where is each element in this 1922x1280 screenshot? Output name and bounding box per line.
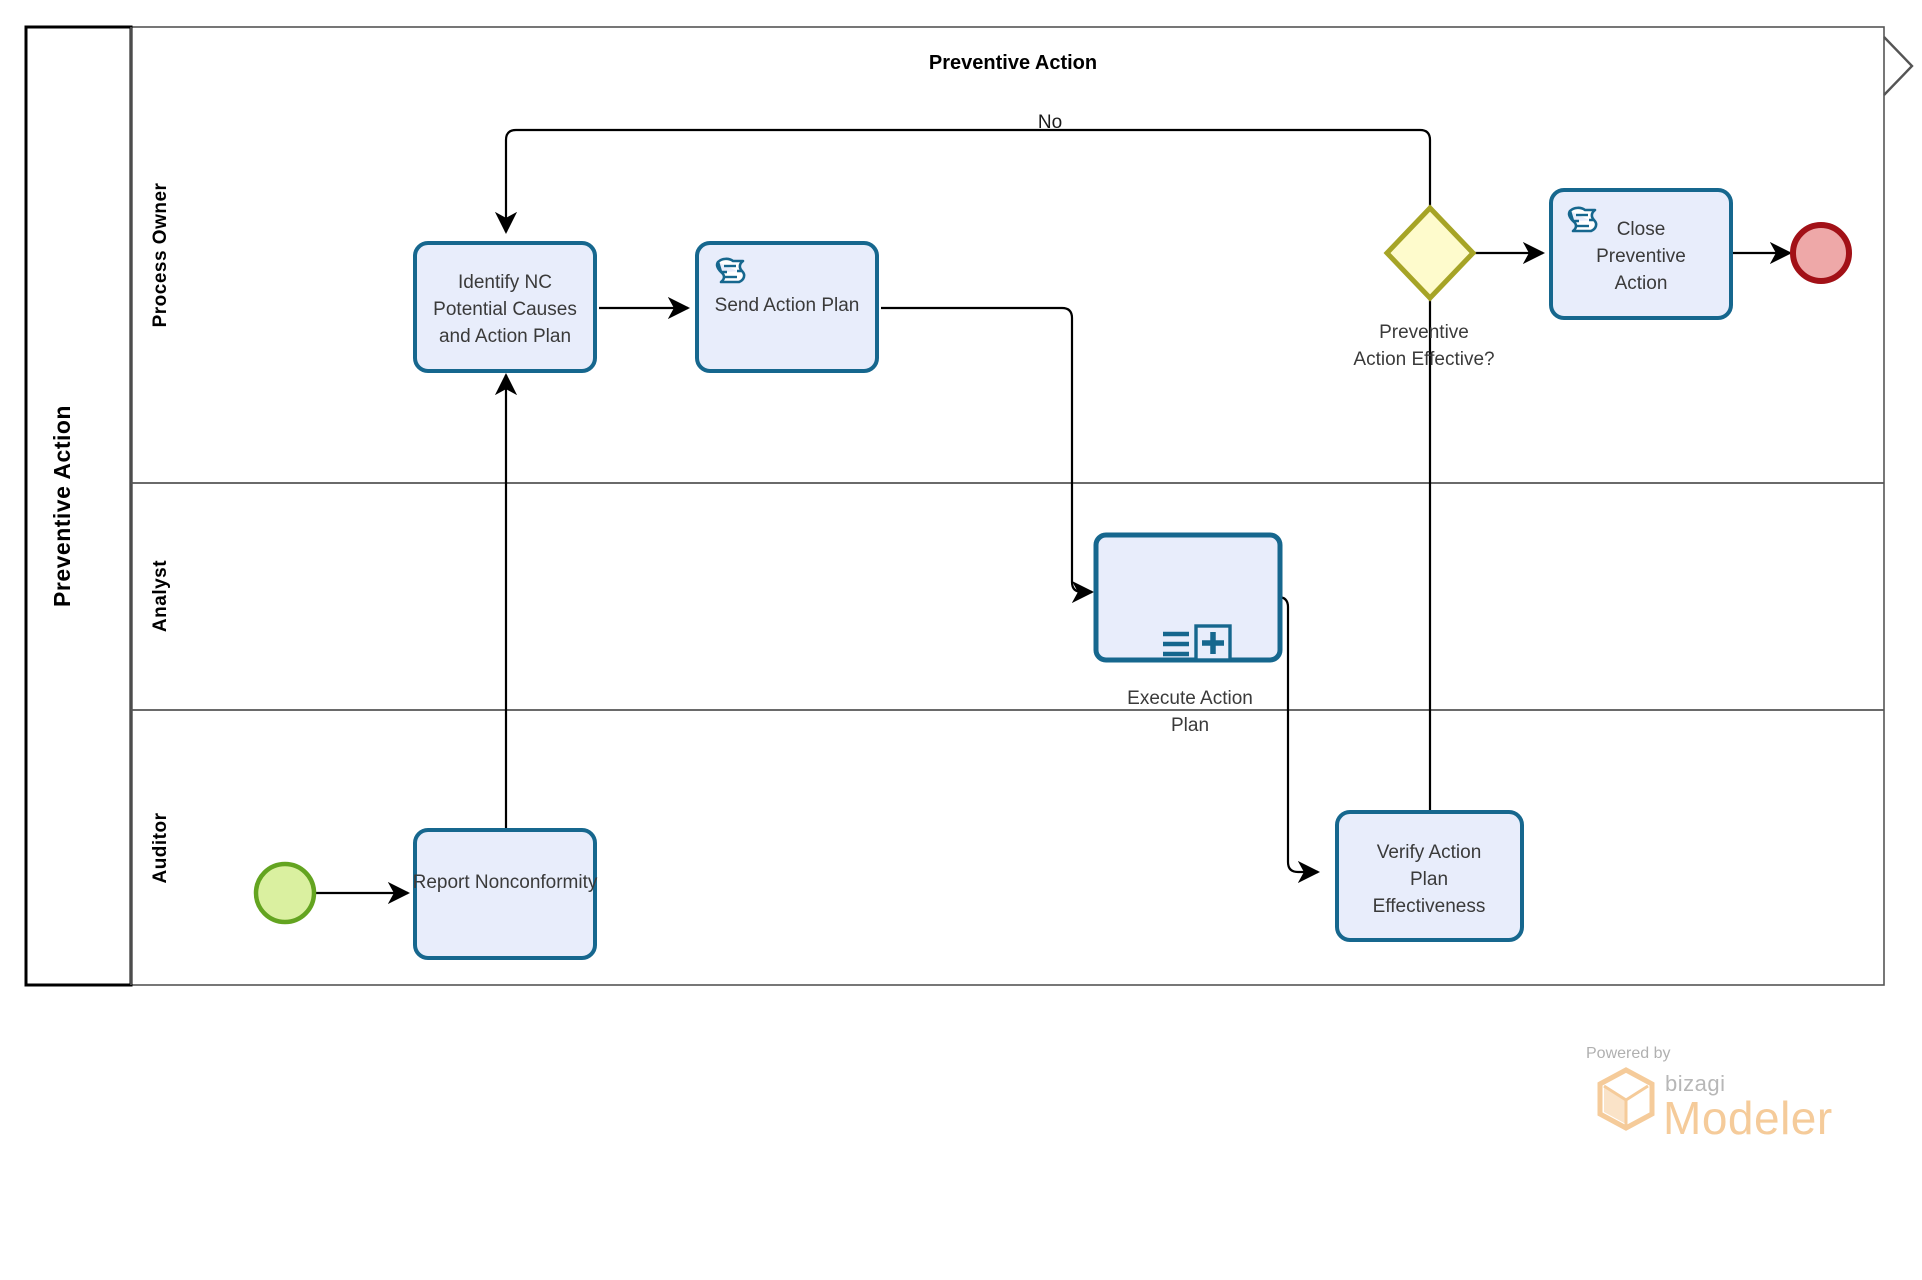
bpmn-canvas: Preventive Action Process Owner Analyst … [0, 0, 1922, 1280]
sidebar-item-label-process-owner: Process Owner [150, 182, 171, 327]
gateway-label-line2: Action Effective? [1353, 349, 1494, 370]
expand-plus-icon[interactable] [1194, 624, 1232, 662]
pool-right-chevron-icon [1883, 36, 1914, 96]
task-close-preventive-action-label-line2: Preventive [1596, 246, 1686, 267]
flow-label-no: No [1038, 112, 1062, 133]
subprocess-execute-action-plan-label-line1: Execute Action [1127, 688, 1253, 709]
task-send-action-plan[interactable]: Send Action Plan [695, 241, 879, 373]
task-report-nonconformity-box [413, 828, 597, 960]
bizagi-logo-icon [1597, 1067, 1655, 1131]
task-report-nonconformity-label-line1: Report Nonconformity [413, 872, 598, 893]
pool-title: Preventive Action [49, 405, 75, 607]
task-identify-nc-label-line3: and Action Plan [439, 326, 571, 347]
subprocess-execute-action-plan-label-line2: Plan [1171, 715, 1209, 736]
subprocess-execute-action-plan-box [1093, 532, 1283, 663]
branding-bizagi-modeler: Powered by bizagi Modeler [1586, 1045, 1833, 1144]
task-report-nonconformity[interactable]: Report Nonconformity [413, 828, 598, 960]
task-verify-effectiveness-label-line2: Plan [1410, 869, 1448, 890]
task-identify-nc[interactable]: Identify NC Potential Causes and Action … [413, 241, 597, 373]
page-title: Preventive Action [929, 52, 1097, 74]
pool-body [25, 26, 1885, 986]
task-close-preventive-action[interactable]: Close Preventive Action [1549, 188, 1733, 320]
pool-preventive-action[interactable]: Preventive Action [24, 25, 1885, 987]
branding-modeler-label: Modeler [1663, 1092, 1833, 1144]
task-close-preventive-action-label-line1: Close [1617, 219, 1666, 240]
sidebar-item-label-auditor: Auditor [150, 812, 171, 883]
gateway-label-line1: Preventive [1379, 322, 1469, 343]
lane-auditor[interactable]: Auditor [150, 812, 171, 883]
start-event[interactable] [253, 861, 317, 925]
task-close-preventive-action-label-line3: Action [1615, 273, 1668, 294]
task-identify-nc-label-line2: Potential Causes [433, 299, 577, 320]
task-identify-nc-label-line1: Identify NC [458, 272, 552, 293]
task-verify-effectiveness-label-line3: Effectiveness [1373, 896, 1486, 917]
branding-powered-by-label: Powered by [1586, 1045, 1671, 1062]
bpmn-diagram-svg: Preventive Action Process Owner Analyst … [24, 25, 1914, 1144]
task-verify-effectiveness-label-line1: Verify Action [1377, 842, 1482, 863]
lane-analyst[interactable]: Analyst [150, 560, 171, 632]
sidebar-item-label-analyst: Analyst [150, 560, 171, 632]
end-event-circle [1790, 222, 1852, 284]
task-verify-effectiveness[interactable]: Verify Action Plan Effectiveness [1335, 810, 1524, 942]
lane-process-owner[interactable]: Process Owner [150, 182, 171, 327]
pool-header-band [24, 25, 133, 987]
end-event[interactable] [1790, 222, 1852, 284]
task-send-action-plan-label: Send Action Plan [715, 295, 860, 316]
start-event-circle [253, 861, 317, 925]
